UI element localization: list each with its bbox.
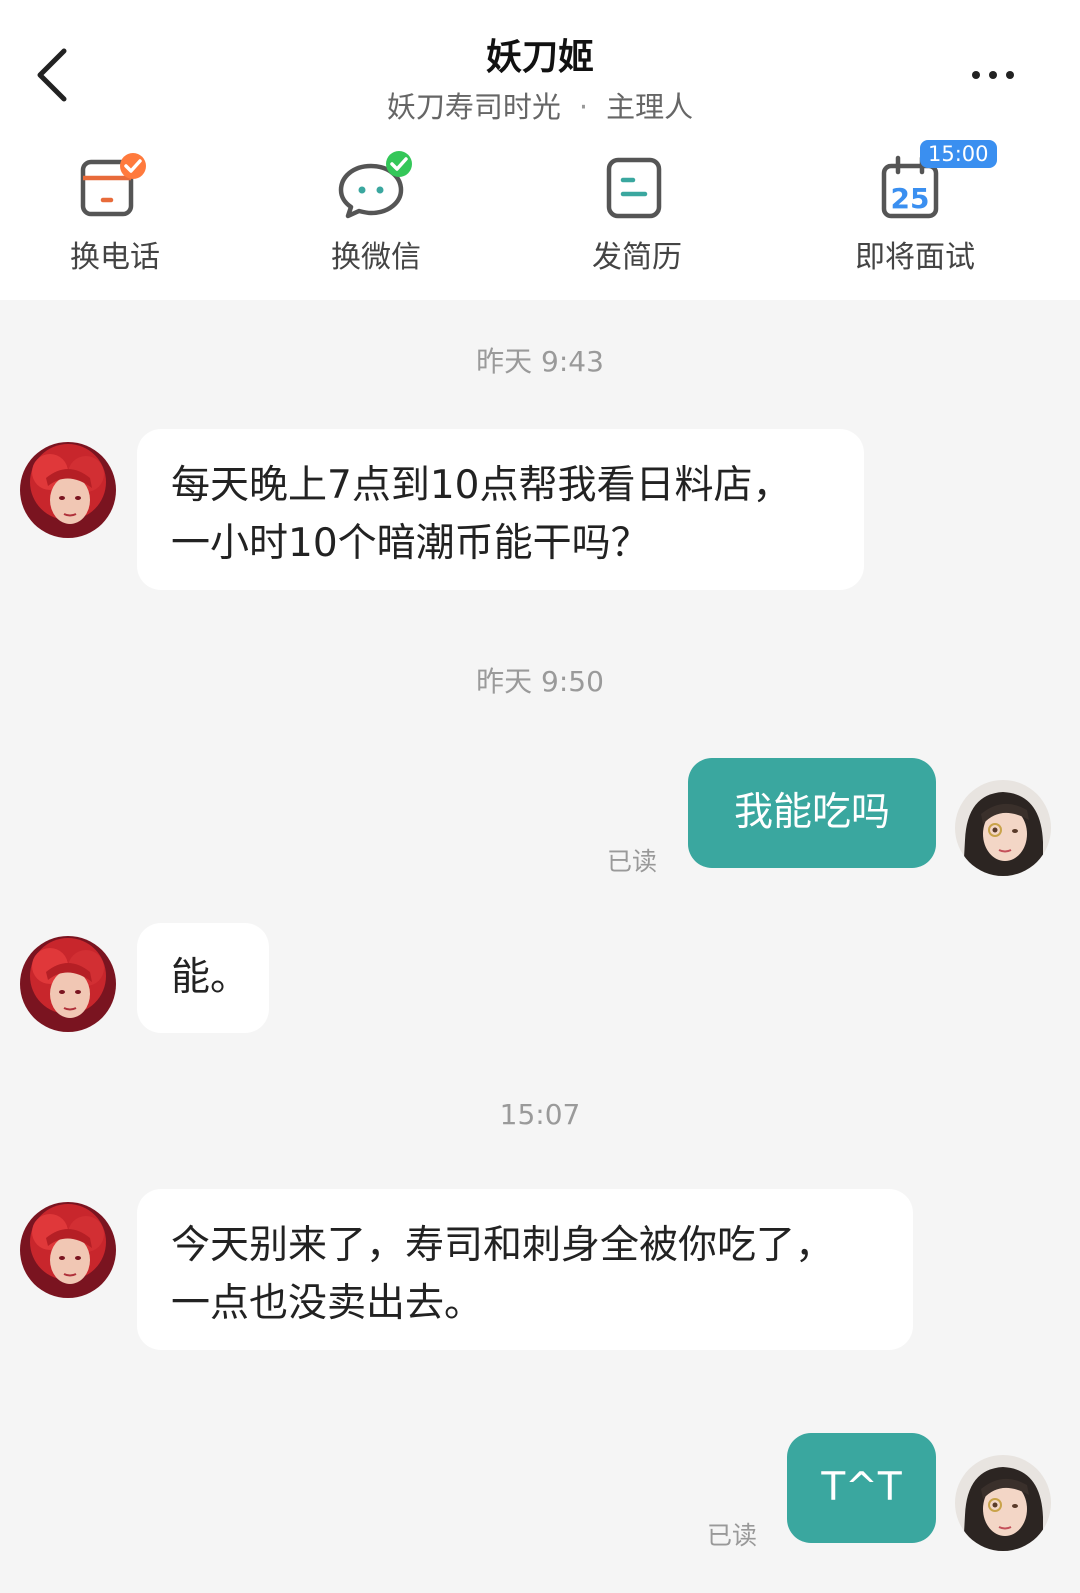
message-line: 一小时10个暗潮币能干吗？: [171, 521, 650, 566]
contact-role: 主理人: [606, 90, 694, 124]
message-line: 今天别来了，寿司和刺身全被你吃了，: [171, 1223, 835, 1268]
incoming-message-bubble[interactable]: 能。: [137, 923, 269, 1033]
read-status: 已读: [707, 1521, 758, 1550]
message-line: 能。: [171, 955, 250, 1000]
incoming-message-bubble[interactable]: 每天晚上7点到10点帮我看日料店， 一小时10个暗潮币能干吗？: [137, 429, 864, 590]
exchange-wechat-action[interactable]: 换微信: [276, 150, 476, 280]
exchange-phone-action[interactable]: 换电话: [15, 150, 215, 280]
message-timestamp: 昨天 9:43: [476, 345, 604, 378]
message-line: 每天晚上7点到10点帮我看日料店，: [171, 463, 792, 508]
chat-header: 妖刀姬 妖刀寿司时光 · 主理人 换电话 换微信 发简历 25 15:00 即将…: [0, 0, 1080, 300]
send-resume-label: 发简历: [592, 240, 682, 275]
upcoming-interview-label: 即将面试: [855, 240, 975, 275]
user-avatar[interactable]: [955, 1455, 1051, 1551]
outgoing-message-bubble[interactable]: T^T: [787, 1433, 936, 1543]
company-name: 妖刀寿司时光: [386, 90, 561, 124]
svg-text:25: 25: [891, 182, 930, 215]
contact-avatar[interactable]: [20, 936, 116, 1032]
resume-icon: [602, 150, 672, 220]
more-dot-icon: [1006, 71, 1014, 79]
contact-avatar[interactable]: [20, 1202, 116, 1298]
message-timestamp: 昨天 9:50: [476, 665, 604, 698]
contact-name: 妖刀姬: [485, 37, 594, 78]
more-dot-icon: [989, 71, 997, 79]
send-resume-action[interactable]: 发简历: [537, 150, 737, 280]
read-status: 已读: [607, 847, 658, 876]
exchange-wechat-label: 换微信: [331, 240, 421, 275]
phone-card-icon: [80, 150, 150, 220]
more-options-button[interactable]: [958, 50, 1028, 100]
message-timestamp: 15:07: [499, 1098, 581, 1131]
wechat-bubble-icon: [338, 150, 412, 220]
contact-subtitle: 妖刀寿司时光 · 主理人: [0, 84, 1080, 126]
user-avatar[interactable]: [955, 780, 1051, 876]
calendar-icon: 25 15:00: [880, 140, 997, 220]
message-line: 一点也没卖出去。: [171, 1281, 484, 1326]
incoming-message-bubble[interactable]: 今天别来了，寿司和刺身全被你吃了， 一点也没卖出去。: [137, 1189, 913, 1350]
outgoing-message-bubble[interactable]: 我能吃吗: [688, 758, 936, 868]
more-dot-icon: [972, 71, 980, 79]
interview-time-badge: 15:00: [920, 140, 997, 168]
upcoming-interview-action[interactable]: 25 15:00 即将面试: [815, 140, 1015, 280]
exchange-phone-label: 换电话: [70, 240, 160, 275]
contact-avatar[interactable]: [20, 442, 116, 538]
subtitle-separator: ·: [578, 90, 589, 124]
